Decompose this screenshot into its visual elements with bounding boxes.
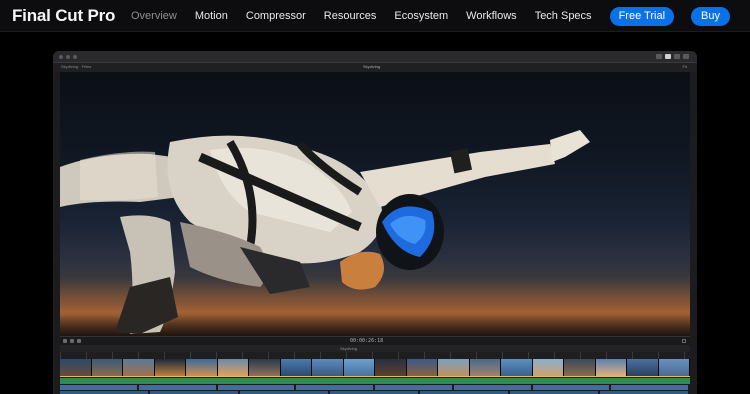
brand-title[interactable]: Final Cut Pro: [12, 6, 115, 26]
primary-storyline-filmstrip[interactable]: [60, 359, 690, 376]
timeline-ruler[interactable]: [60, 352, 690, 359]
selection-highlight: [60, 376, 690, 377]
library-label: Skydiving · Films: [61, 64, 92, 69]
trim-tool-icon[interactable]: [70, 339, 74, 343]
video-viewer: [60, 72, 690, 336]
layout-toggle-icons: [653, 54, 689, 59]
free-trial-button[interactable]: Free Trial: [609, 6, 675, 26]
nav-link-tech-specs[interactable]: Tech Specs: [535, 10, 592, 22]
audio-lane[interactable]: [60, 385, 690, 390]
buy-button[interactable]: Buy: [691, 6, 730, 26]
tool-icons: [63, 339, 84, 343]
viewer-controls: 00:00:26:18: [60, 336, 690, 345]
timeline-project-label: Skydiving: [340, 346, 358, 351]
select-tool-icon[interactable]: [63, 339, 67, 343]
connected-clip-green[interactable]: [60, 378, 690, 384]
nav-link-overview[interactable]: Overview: [131, 10, 177, 22]
project-title: Skydiving: [363, 64, 381, 69]
timecode-display: 00:00:26:18: [350, 338, 384, 344]
nav-link-resources[interactable]: Resources: [324, 10, 377, 22]
nav-link-ecosystem[interactable]: Ecosystem: [394, 10, 448, 22]
fullscreen-icon[interactable]: [682, 339, 686, 343]
top-nav: Final Cut Pro Overview Motion Compressor…: [0, 0, 750, 32]
viewer-header: Skydiving · Films Skydiving Fit: [53, 63, 697, 72]
zoom-level: Fit: [682, 64, 687, 69]
app-window-screenshot: Skydiving · Films Skydiving Fit 00:00:26…: [53, 51, 697, 394]
app-titlebar: [53, 51, 697, 63]
range-tool-icon[interactable]: [77, 339, 81, 343]
nav-links: Overview Motion Compressor Resources Eco…: [113, 0, 730, 32]
window-controls: [59, 55, 80, 59]
nav-link-motion[interactable]: Motion: [195, 10, 228, 22]
nav-link-workflows[interactable]: Workflows: [466, 10, 517, 22]
skydiver-image: [60, 130, 590, 334]
nav-link-compressor[interactable]: Compressor: [246, 10, 306, 22]
timeline-header: Skydiving: [60, 345, 690, 352]
